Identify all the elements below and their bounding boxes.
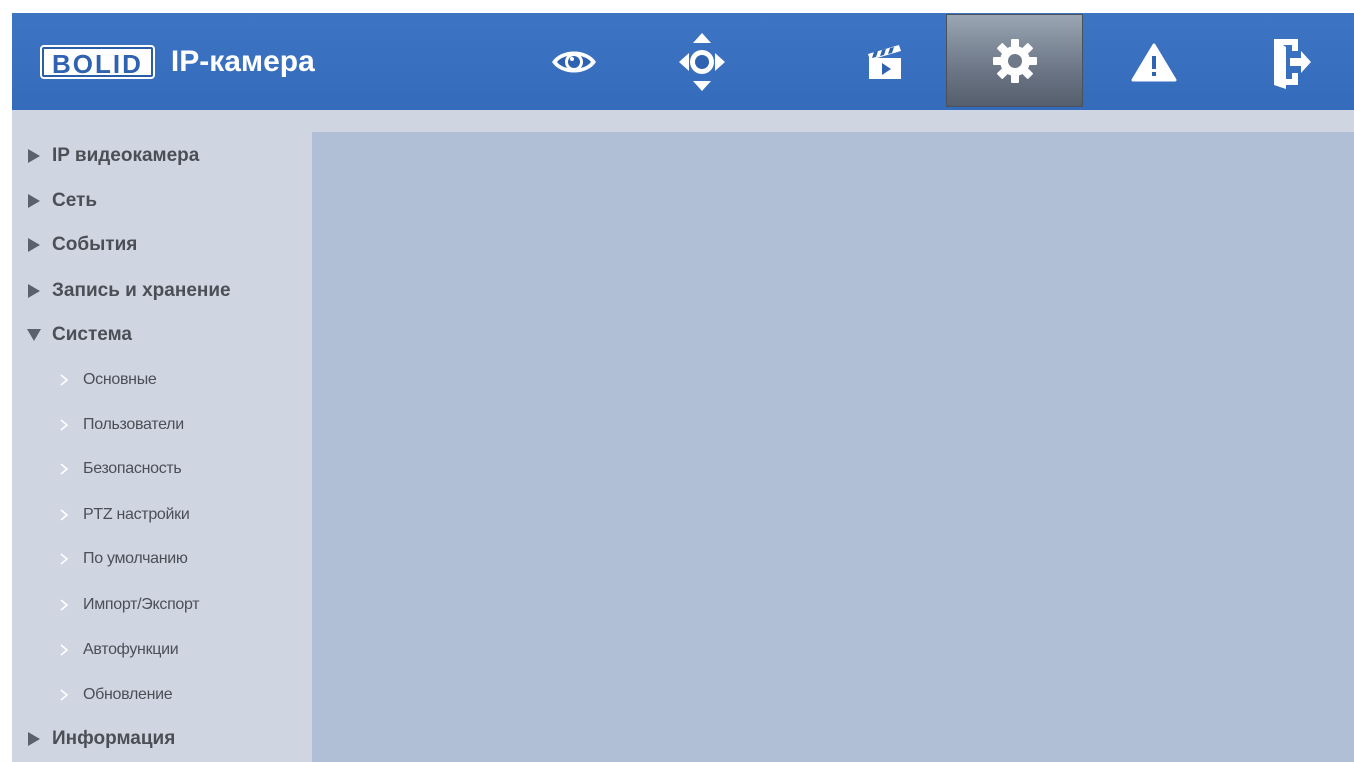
- sidebar-item-recording-storage[interactable]: Запись и хранение: [12, 276, 312, 306]
- clapperboard-icon: [868, 44, 901, 79]
- system-item-label: Пользователи: [83, 416, 184, 433]
- system-item-label: По умолчанию: [83, 550, 188, 567]
- chevron-right-icon: [60, 644, 69, 656]
- chevron-right-icon: [60, 374, 69, 386]
- sidebar-item-label: Информация: [52, 728, 176, 749]
- system-item-label: PTZ настройки: [83, 506, 190, 523]
- system-item-label: Импорт/Экспорт: [83, 596, 200, 613]
- eye-icon: [552, 51, 596, 72]
- sidebar-item-network[interactable]: Сеть: [12, 186, 312, 216]
- chevron-right-icon: [60, 599, 69, 611]
- nav-alarm-button[interactable]: [1106, 13, 1202, 110]
- chevron-right-icon: [60, 463, 69, 475]
- chevron-right-icon: [60, 509, 69, 521]
- nav-playback-button[interactable]: [837, 13, 933, 110]
- sidebar-item-label: Сеть: [52, 190, 98, 211]
- system-item-label: Безопасность: [83, 460, 182, 477]
- chevron-right-icon: [60, 553, 69, 565]
- system-item-label: Обновление: [83, 686, 173, 703]
- triangle-right-icon: [26, 148, 42, 164]
- top-header: BOLID IP-камера: [12, 13, 1354, 110]
- sidebar-item-label: Система: [52, 324, 132, 345]
- app-window: BOLID IP-камера IP видеокамера Сеть Собы…: [0, 0, 1354, 762]
- system-item-ptz-settings[interactable]: PTZ настройки: [12, 502, 312, 528]
- system-item-general[interactable]: Основные: [12, 367, 312, 393]
- content-panel: [312, 132, 1354, 762]
- sidebar-item-events[interactable]: События: [12, 230, 312, 260]
- ptz-icon: [679, 32, 725, 91]
- chevron-right-icon: [60, 419, 69, 431]
- system-item-auto-functions[interactable]: Автофункции: [12, 637, 312, 663]
- system-item-label: Основные: [83, 371, 157, 388]
- sidebar-item-label: Запись и хранение: [52, 280, 231, 301]
- app-title: IP-камера: [170, 45, 315, 78]
- sidebar-item-label: IP видеокамера: [52, 145, 200, 166]
- logout-icon: [1274, 38, 1311, 89]
- logo: BOLID IP-камера: [40, 45, 315, 79]
- sidebar: IP видеокамера Сеть События Запись и хра…: [12, 110, 312, 762]
- sidebar-item-ip-camera[interactable]: IP видеокамера: [12, 141, 312, 171]
- triangle-right-icon: [26, 283, 42, 299]
- content-top-strip: [312, 110, 1354, 132]
- nav-logout-button[interactable]: [1242, 13, 1338, 110]
- triangle-right-icon: [26, 193, 42, 209]
- triangle-down-icon: [26, 327, 42, 343]
- sidebar-item-system[interactable]: Система: [12, 320, 312, 350]
- system-item-import-export[interactable]: Импорт/Экспорт: [12, 592, 312, 618]
- sidebar-item-label: События: [52, 234, 138, 255]
- sidebar-item-information[interactable]: Информация: [12, 724, 312, 754]
- nav-settings-button[interactable]: [946, 14, 1083, 107]
- gear-icon: [992, 38, 1037, 83]
- triangle-right-icon: [26, 237, 42, 253]
- bolid-logo: BOLID: [40, 45, 155, 79]
- warning-icon: [1131, 43, 1177, 81]
- triangle-right-icon: [26, 731, 42, 747]
- system-item-default[interactable]: По умолчанию: [12, 546, 312, 572]
- system-item-update[interactable]: Обновление: [12, 682, 312, 708]
- system-item-label: Автофункции: [83, 641, 179, 658]
- nav-ptz-button[interactable]: [654, 13, 750, 110]
- system-item-security[interactable]: Безопасность: [12, 456, 312, 482]
- nav-live-view-button[interactable]: [526, 13, 622, 110]
- system-item-users[interactable]: Пользователи: [12, 412, 312, 438]
- chevron-right-icon: [60, 689, 69, 701]
